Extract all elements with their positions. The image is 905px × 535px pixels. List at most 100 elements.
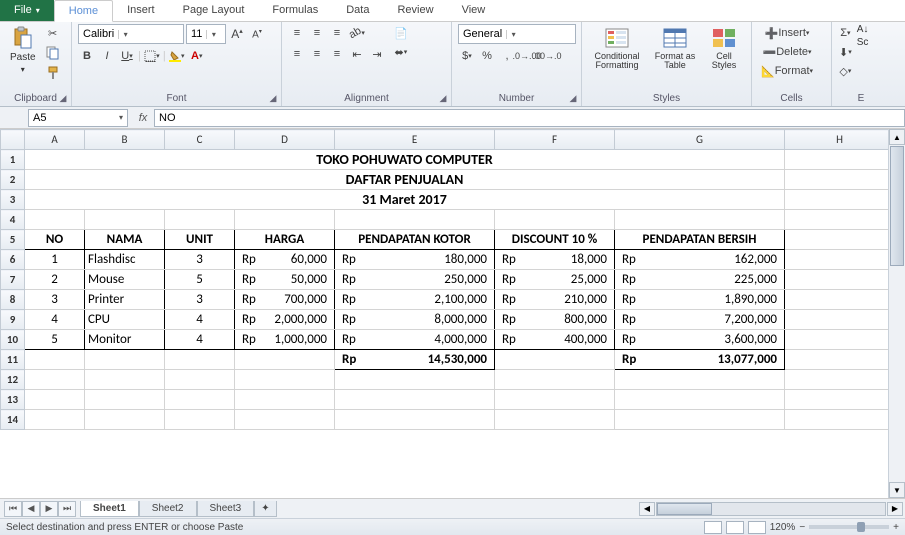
- align-top-button[interactable]: ≡: [288, 24, 306, 42]
- row-header-2[interactable]: 2: [1, 170, 25, 190]
- accounting-button[interactable]: $▾: [458, 47, 476, 65]
- tab-review[interactable]: Review: [383, 0, 447, 21]
- scroll-right-button[interactable]: ▶: [887, 502, 903, 516]
- font-color-button[interactable]: A▾: [188, 47, 206, 65]
- borders-button[interactable]: ▾: [143, 47, 161, 65]
- row-header-10[interactable]: 10: [1, 330, 25, 350]
- spreadsheet-grid[interactable]: ABCDEFGH 1TOKO POHUWATO COMPUTER2DAFTAR …: [0, 129, 905, 499]
- row-header-5[interactable]: 5: [1, 230, 25, 250]
- font-size-combo[interactable]: 11▾: [186, 24, 226, 44]
- shrink-font-button[interactable]: A▾: [248, 25, 266, 43]
- dialog-launcher[interactable]: ◢: [57, 92, 69, 104]
- sheet-tab-sheet3[interactable]: Sheet3: [197, 501, 255, 517]
- row-header-9[interactable]: 9: [1, 310, 25, 330]
- first-sheet-button[interactable]: ⏮: [4, 501, 22, 517]
- tab-page-layout[interactable]: Page Layout: [169, 0, 259, 21]
- decrease-decimal-button[interactable]: .00→.0: [538, 47, 556, 65]
- row-header-6[interactable]: 6: [1, 250, 25, 270]
- clear-button[interactable]: ◇ ▾: [838, 62, 853, 80]
- table-row[interactable]: 61Flashdisc3Rp60,000Rp180,000Rp18,000Rp1…: [1, 250, 895, 270]
- zoom-out-button[interactable]: −: [799, 522, 805, 533]
- next-sheet-button[interactable]: ▶: [40, 501, 58, 517]
- bold-button[interactable]: B: [78, 47, 96, 65]
- dialog-launcher[interactable]: ◢: [267, 92, 279, 104]
- cut-button[interactable]: ✂: [44, 24, 62, 42]
- select-all[interactable]: [1, 130, 25, 150]
- paste-button[interactable]: Paste▾: [6, 24, 40, 76]
- horizontal-scrollbar[interactable]: ◀ ▶: [639, 502, 905, 516]
- dialog-launcher[interactable]: ◢: [437, 92, 449, 104]
- page-break-view-button[interactable]: [748, 521, 766, 534]
- tab-home[interactable]: Home: [54, 0, 113, 22]
- tab-formulas[interactable]: Formulas: [258, 0, 332, 21]
- row-header-4[interactable]: 4: [1, 210, 25, 230]
- col-header-D[interactable]: D: [235, 130, 335, 150]
- normal-view-button[interactable]: [704, 521, 722, 534]
- table-row[interactable]: 94CPU4Rp2,000,000Rp8,000,000Rp800,000Rp7…: [1, 310, 895, 330]
- row-header-14[interactable]: 14: [1, 410, 25, 430]
- vertical-scrollbar[interactable]: ▲ ▼: [888, 129, 905, 498]
- grow-font-button[interactable]: A▴: [228, 25, 246, 43]
- row-header-12[interactable]: 12: [1, 370, 25, 390]
- tab-view[interactable]: View: [448, 0, 500, 21]
- zoom-slider[interactable]: [809, 525, 889, 529]
- prev-sheet-button[interactable]: ◀: [22, 501, 40, 517]
- font-name-combo[interactable]: Calibri▾: [78, 24, 184, 44]
- zoom-level[interactable]: 120%: [770, 522, 796, 533]
- align-middle-button[interactable]: ≡: [308, 24, 326, 42]
- wrap-text-button[interactable]: 📄 Wrap Text: [390, 24, 412, 42]
- scroll-thumb[interactable]: [657, 503, 712, 515]
- cell-styles-button[interactable]: Cell Styles: [704, 24, 744, 72]
- sheet-tab-sheet1[interactable]: Sheet1: [80, 501, 139, 517]
- scroll-up-button[interactable]: ▲: [889, 129, 905, 145]
- percent-button[interactable]: %: [478, 47, 496, 65]
- format-table-button[interactable]: Format as Table: [650, 24, 700, 72]
- align-center-button[interactable]: ≡: [308, 45, 326, 63]
- decrease-indent-button[interactable]: ⇤: [348, 45, 366, 63]
- row-header-3[interactable]: 3: [1, 190, 25, 210]
- scroll-thumb[interactable]: [890, 146, 904, 266]
- row-header-8[interactable]: 8: [1, 290, 25, 310]
- copy-button[interactable]: [44, 44, 62, 62]
- format-painter-button[interactable]: [44, 64, 62, 82]
- align-left-button[interactable]: ≡: [288, 45, 306, 63]
- table-row[interactable]: 105Monitor4Rp1,000,000Rp4,000,000Rp400,0…: [1, 330, 895, 350]
- number-format-combo[interactable]: General▾: [458, 24, 576, 44]
- orientation-button[interactable]: ab▾: [348, 24, 366, 42]
- scroll-down-button[interactable]: ▼: [889, 482, 905, 498]
- zoom-in-button[interactable]: +: [893, 522, 899, 533]
- delete-cells-button[interactable]: ➖ Delete ▾: [758, 43, 816, 61]
- page-layout-view-button[interactable]: [726, 521, 744, 534]
- row-header-13[interactable]: 13: [1, 390, 25, 410]
- fill-color-button[interactable]: ▾: [168, 47, 186, 65]
- underline-button[interactable]: U▾: [118, 47, 136, 65]
- conditional-formatting-button[interactable]: Conditional Formatting: [588, 24, 646, 72]
- row-header-11[interactable]: 11: [1, 350, 25, 370]
- col-header-G[interactable]: G: [615, 130, 785, 150]
- row-header-1[interactable]: 1: [1, 150, 25, 170]
- align-right-button[interactable]: ≡: [328, 45, 346, 63]
- col-header-H[interactable]: H: [785, 130, 895, 150]
- file-tab[interactable]: File▾: [0, 0, 54, 21]
- new-sheet-button[interactable]: ✦: [254, 501, 276, 517]
- italic-button[interactable]: I: [98, 47, 116, 65]
- row-header-7[interactable]: 7: [1, 270, 25, 290]
- increase-indent-button[interactable]: ⇥: [368, 45, 386, 63]
- col-header-E[interactable]: E: [335, 130, 495, 150]
- col-header-F[interactable]: F: [495, 130, 615, 150]
- formula-input[interactable]: NO: [154, 109, 905, 127]
- last-sheet-button[interactable]: ⏭: [58, 501, 76, 517]
- fx-button[interactable]: fx: [132, 112, 154, 124]
- align-bottom-button[interactable]: ≡: [328, 24, 346, 42]
- table-row[interactable]: 83Printer3Rp700,000Rp2,100,000Rp210,000R…: [1, 290, 895, 310]
- merge-center-button[interactable]: ⬌ ▾: [390, 43, 412, 61]
- table-row[interactable]: 72Mouse5Rp50,000Rp250,000Rp25,000Rp225,0…: [1, 270, 895, 290]
- name-box[interactable]: A5▾: [28, 109, 128, 127]
- autosum-button[interactable]: Σ ▾: [838, 24, 853, 42]
- tab-data[interactable]: Data: [332, 0, 383, 21]
- sort-filter-button[interactable]: A↓Sc: [857, 24, 869, 48]
- dialog-launcher[interactable]: ◢: [567, 92, 579, 104]
- sheet-tab-sheet2[interactable]: Sheet2: [139, 501, 197, 517]
- tab-insert[interactable]: Insert: [113, 0, 169, 21]
- col-header-A[interactable]: A: [25, 130, 85, 150]
